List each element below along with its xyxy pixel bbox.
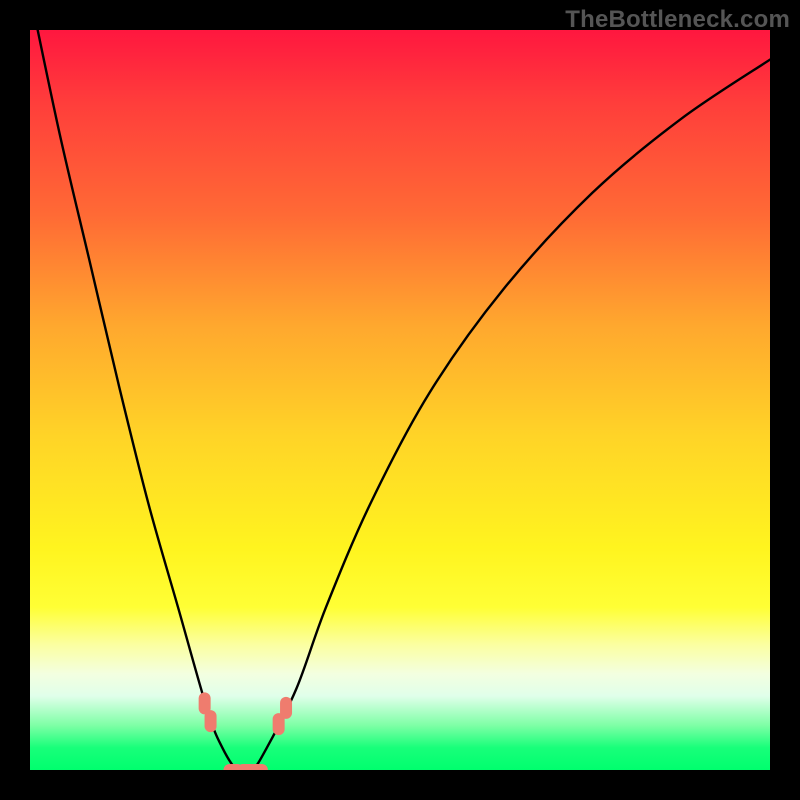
chart-background-gradient: [30, 30, 770, 770]
watermark-label: TheBottleneck.com: [565, 6, 790, 34]
chart-frame: TheBottleneck.com: [0, 0, 800, 800]
